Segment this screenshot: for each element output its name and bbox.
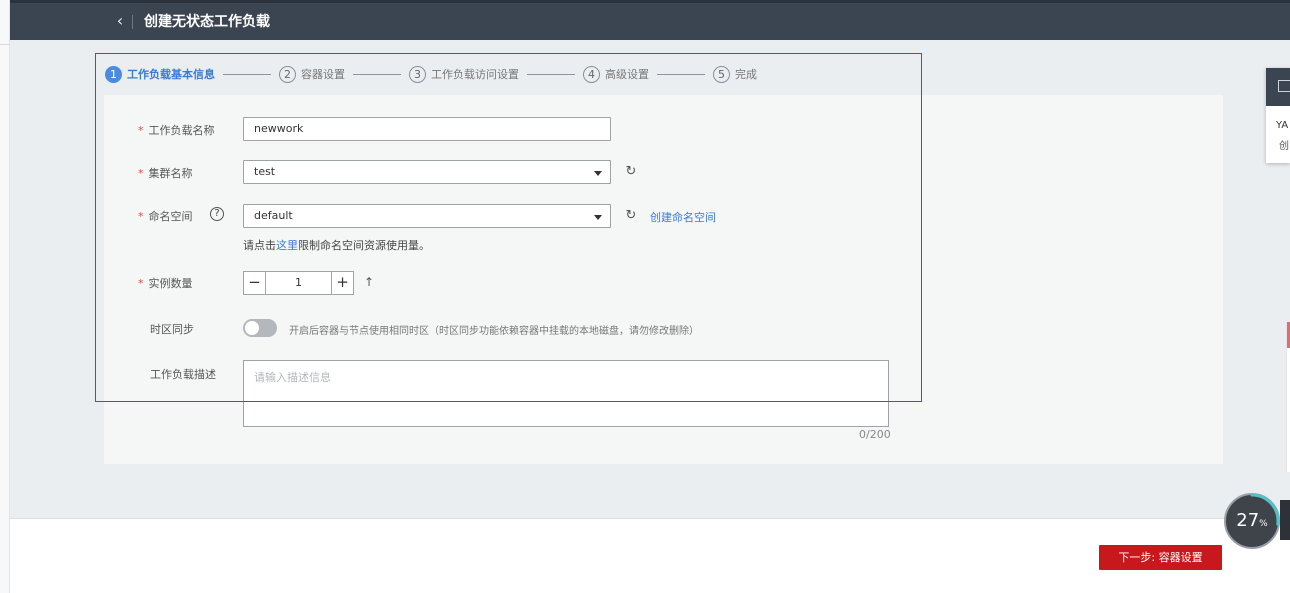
- step-access-settings[interactable]: 3 工作负载访问设置: [409, 65, 519, 83]
- create-namespace-link[interactable]: 创建命名空间: [650, 209, 716, 225]
- refresh-icon[interactable]: ↻: [624, 165, 638, 179]
- instances-stepper: − 1 +: [243, 271, 354, 295]
- step-complete[interactable]: 5 完成: [713, 65, 757, 83]
- namespace-quota-link[interactable]: 这里: [276, 239, 298, 252]
- panel-header: [1266, 68, 1290, 106]
- cluster-value: test: [254, 165, 276, 178]
- step-number: 4: [583, 65, 600, 83]
- cluster-select[interactable]: test: [243, 160, 611, 184]
- left-edge-strip: [0, 0, 10, 593]
- instances-value[interactable]: 1: [266, 272, 331, 294]
- step-label: 工作负载访问设置: [431, 68, 519, 81]
- step-number: 2: [279, 65, 296, 83]
- step-connector: [223, 73, 271, 75]
- step-label: 容器设置: [301, 68, 345, 81]
- wizard-steps: 1 工作负载基本信息 2 容器设置 3 工作负载访问设置 4 高级设置 5 完成: [105, 64, 757, 84]
- cluster-name-label: * 集群名称: [138, 167, 193, 180]
- description-textarea[interactable]: 请输入描述信息: [243, 360, 889, 427]
- side-yaml-panel[interactable]: YA 创: [1266, 68, 1290, 163]
- dropdown-arrow-icon: [594, 215, 602, 220]
- description-label: 工作负载描述: [150, 368, 216, 381]
- panel-text: 创: [1279, 141, 1289, 152]
- gauge-side-strip: [1280, 500, 1290, 540]
- step-basic-info[interactable]: 1 工作负载基本信息: [105, 65, 215, 83]
- step-number: 3: [409, 65, 426, 83]
- refresh-icon[interactable]: ↻: [624, 209, 638, 223]
- step-number: 1: [105, 65, 122, 83]
- char-counter: 0/200: [859, 428, 891, 441]
- namespace-hint: 请点击这里限制命名空间资源使用量。: [243, 239, 430, 252]
- step-connector: [527, 73, 575, 75]
- collapse-icon[interactable]: [1278, 80, 1290, 92]
- dropdown-arrow-icon: [594, 171, 602, 176]
- instances-label: * 实例数量: [138, 277, 193, 290]
- arrow-up-icon: ↑: [364, 275, 375, 289]
- namespace-select[interactable]: default: [243, 204, 611, 228]
- workload-name-value: newwork: [254, 122, 304, 135]
- namespace-label: * 命名空间: [138, 210, 193, 223]
- header-divider: [132, 15, 133, 29]
- toggle-knob: [245, 321, 259, 335]
- next-step-button[interactable]: 下一步: 容器设置: [1099, 545, 1222, 570]
- required-mark: *: [138, 167, 144, 180]
- workload-name-label: * 工作负载名称: [138, 124, 215, 137]
- workload-name-input[interactable]: newwork: [243, 117, 611, 141]
- panel-text: YA: [1276, 120, 1289, 131]
- page-header: ‹ 创建无状态工作负载: [10, 0, 1290, 40]
- required-mark: *: [138, 124, 144, 137]
- side-notification-panel: [1286, 322, 1290, 472]
- namespace-value: default: [254, 209, 293, 222]
- step-number: 5: [713, 65, 730, 83]
- increment-button[interactable]: +: [331, 272, 353, 294]
- help-icon[interactable]: ?: [210, 207, 224, 221]
- page-title: 创建无状态工作负载: [144, 14, 270, 30]
- step-label: 工作负载基本信息: [127, 68, 215, 81]
- step-connector: [657, 73, 705, 75]
- chevron-left-icon[interactable]: ‹: [110, 11, 130, 33]
- step-label: 高级设置: [605, 68, 649, 81]
- required-mark: *: [138, 210, 144, 223]
- step-connector: [353, 73, 401, 75]
- step-advanced-settings[interactable]: 4 高级设置: [583, 65, 649, 83]
- timezone-toggle[interactable]: [243, 319, 277, 337]
- decrement-button[interactable]: −: [244, 272, 266, 294]
- step-label: 完成: [735, 68, 757, 81]
- timezone-description: 开启后容器与节点使用相同时区（时区同步功能依赖容器中挂载的本地磁盘，请勿修改删除…: [289, 326, 699, 337]
- description-placeholder: 请输入描述信息: [254, 371, 331, 384]
- gauge-value: 27%: [1236, 510, 1268, 531]
- footer-bar: [10, 518, 1290, 593]
- timezone-label: 时区同步: [150, 323, 194, 336]
- required-mark: *: [138, 277, 144, 290]
- step-container-settings[interactable]: 2 容器设置: [279, 65, 345, 83]
- progress-gauge[interactable]: 27%: [1224, 493, 1280, 549]
